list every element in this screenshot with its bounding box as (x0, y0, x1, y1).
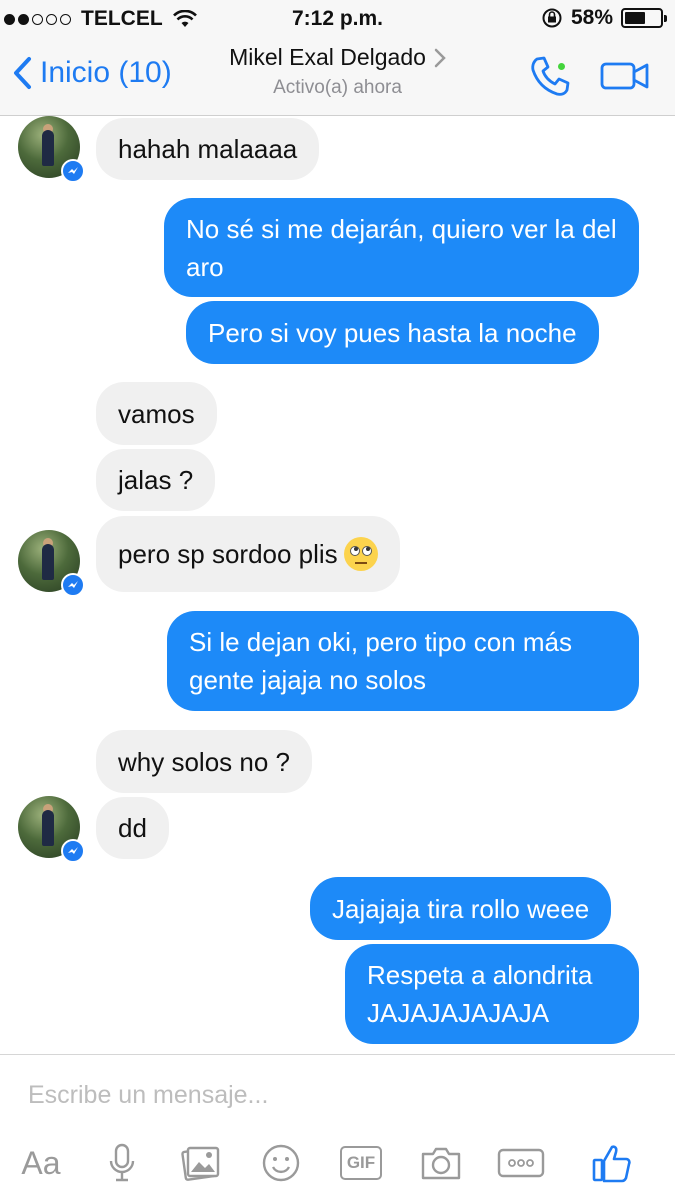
message-text: Respeta a alondrita JAJAJAJAJAJA (367, 960, 593, 1028)
text-format-label: Aa (21, 1144, 61, 1181)
message-text: why solos no ? (118, 746, 290, 777)
message-composer: Aa GIF (0, 1054, 675, 1200)
contact-avatar[interactable] (18, 796, 85, 863)
phone-call-icon[interactable] (528, 54, 574, 98)
message-text: dd (118, 813, 147, 843)
message-bubble-incoming[interactable]: hahah malaaaa (96, 118, 320, 180)
message-bubble-incoming[interactable]: vamos (96, 382, 217, 445)
contact-avatar[interactable] (18, 530, 85, 597)
online-indicator (556, 61, 567, 72)
gallery-button[interactable] (178, 1141, 224, 1185)
gif-icon: GIF (339, 1146, 383, 1180)
contact-avatar[interactable] (18, 116, 85, 183)
message-bubble-incoming[interactable]: jalas ? (96, 449, 216, 511)
microphone-button[interactable] (100, 1141, 144, 1185)
microphone-icon (109, 1143, 135, 1182)
like-button[interactable] (588, 1141, 636, 1185)
messenger-badge-icon (61, 573, 85, 597)
battery-percent: 58% (570, 6, 613, 29)
photo-gallery-icon (181, 1146, 220, 1181)
message-text: Pero si voy pues hasta la noche (208, 317, 577, 348)
message-text: Si le dejan oki, pero tipo con más gente… (189, 627, 572, 695)
battery-icon (621, 8, 667, 28)
chevron-right-icon (434, 48, 446, 67)
message-input[interactable] (28, 1081, 628, 1110)
contact-name: Mikel Exal Delgado (229, 44, 426, 70)
camera-icon (421, 1147, 461, 1180)
message-text: vamos (118, 398, 195, 429)
message-list[interactable]: hahah malaaaa No sé si me dejarán, quier… (0, 116, 675, 1054)
message-bubble-incoming[interactable]: dd (96, 797, 169, 859)
rotation-lock-icon (542, 8, 562, 28)
conversation-header: Inicio (10) Mikel Exal Delgado Activo(a)… (0, 38, 675, 116)
message-bubble-incoming[interactable]: why solos no ? (96, 730, 312, 793)
message-text: Jajajaja tira rollo weee (332, 893, 590, 924)
messenger-badge-icon (61, 839, 85, 863)
message-bubble-outgoing[interactable]: No sé si me dejarán, quiero ver la del a… (164, 198, 639, 297)
message-text: jalas ? (118, 465, 194, 495)
gif-label: GIF (346, 1153, 376, 1172)
message-bubble-outgoing[interactable]: Respeta a alondrita JAJAJAJAJAJA (345, 944, 639, 1044)
text-format-button[interactable]: Aa (16, 1141, 66, 1185)
message-text: pero sp sordoo plis (118, 539, 338, 569)
video-call-icon[interactable] (600, 58, 650, 94)
more-icon (497, 1148, 545, 1178)
messenger-badge-icon (61, 159, 85, 183)
status-bar: TELCEL 7:12 p.m. 58% (0, 0, 675, 38)
more-button[interactable] (496, 1141, 546, 1185)
gif-button[interactable]: GIF (336, 1141, 386, 1185)
emoji-button[interactable] (258, 1141, 304, 1185)
message-bubble-outgoing[interactable]: Si le dejan oki, pero tipo con más gente… (167, 611, 639, 711)
camera-button[interactable] (418, 1141, 464, 1185)
emoji-icon (262, 1144, 300, 1182)
message-bubble-incoming[interactable]: pero sp sordoo plis (96, 516, 400, 592)
like-icon (592, 1145, 631, 1183)
face-with-rolling-eyes-icon (343, 537, 378, 571)
message-text: No sé si me dejarán, quiero ver la del a… (186, 213, 617, 282)
composer-toolbar: Aa GIF (0, 1135, 675, 1191)
message-bubble-outgoing[interactable]: Jajajaja tira rollo weee (310, 877, 612, 940)
message-bubble-outgoing[interactable]: Pero si voy pues hasta la noche (186, 301, 599, 364)
message-text: hahah malaaaa (118, 134, 298, 164)
